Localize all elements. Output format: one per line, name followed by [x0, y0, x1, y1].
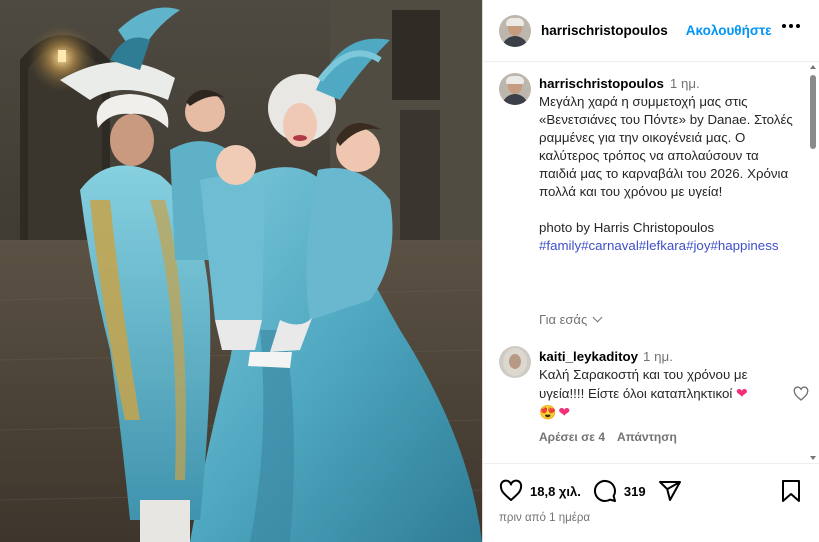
- heart-icon[interactable]: [499, 479, 523, 503]
- post-sidebar: harrischristopoulos Ακολουθήστε harrisch…: [482, 0, 819, 542]
- caption-time[interactable]: 1 ημ.: [670, 76, 700, 91]
- comment-likes-count[interactable]: Αρέσει σε 4: [539, 430, 605, 444]
- comment-meta: Αρέσει σε 4 Απάντηση: [539, 430, 677, 444]
- chevron-down-icon: [592, 312, 603, 323]
- author-avatar[interactable]: [499, 14, 531, 47]
- post-header: harrischristopoulos Ακολουθήστε: [483, 0, 819, 62]
- family-carnival-photo: [0, 0, 482, 542]
- for-you-label: Για εσάς: [539, 312, 588, 327]
- post-dialog: harrischristopoulos Ακολουθήστε harrisch…: [0, 0, 819, 542]
- follow-button[interactable]: Ακολουθήστε: [686, 23, 772, 38]
- comment-body: kaiti_leykaditoy 1 ημ. Καλή Σαρακοστή και…: [539, 348, 754, 422]
- likes-count[interactable]: 18,8 χιλ.: [530, 484, 581, 499]
- posted-ago[interactable]: πριν από 1 ημέρα: [499, 512, 590, 524]
- hashtags[interactable]: #family#carnaval#lefkara#joy#happiness: [539, 237, 799, 255]
- commenter-avatar[interactable]: [499, 346, 531, 378]
- author-username[interactable]: harrischristopoulos: [541, 23, 668, 38]
- send-icon[interactable]: [658, 479, 682, 503]
- bookmark-icon[interactable]: [780, 479, 802, 503]
- commenter-username[interactable]: kaiti_leykaditoy: [539, 349, 638, 364]
- caption-text: Μεγάλη χαρά η συμμετοχή μας στις «Βενετσ…: [539, 94, 793, 199]
- scrollbar[interactable]: [809, 65, 817, 460]
- photo-credit: photo by Harris Christopoulos: [539, 220, 715, 235]
- post-actions-bar: 18,8 χιλ. 319 πριν από 1 ημέρα: [483, 463, 819, 542]
- reply-button[interactable]: Απάντηση: [617, 430, 677, 444]
- comments-scroll-area[interactable]: harrischristopoulos 1 ημ. Μεγάλη χαρά η σ…: [483, 63, 819, 463]
- post-photo[interactable]: [0, 0, 482, 542]
- comment-like-heart-icon[interactable]: [793, 386, 809, 402]
- comment-time[interactable]: 1 ημ.: [643, 349, 673, 364]
- more-dots-icon[interactable]: [782, 24, 800, 28]
- comments-count[interactable]: 319: [624, 484, 646, 499]
- for-you-dropdown[interactable]: Για εσάς: [539, 312, 603, 327]
- caption-author-avatar[interactable]: [499, 73, 531, 105]
- action-buttons: 18,8 χιλ. 319: [499, 478, 682, 504]
- comment-bubble-icon[interactable]: [593, 479, 617, 503]
- caption-username[interactable]: harrischristopoulos: [539, 76, 664, 91]
- comment-text: Καλή Σαρακοστή και του χρόνου με υγεία!!…: [539, 367, 748, 401]
- caption-body: harrischristopoulos 1 ημ. Μεγάλη χαρά η σ…: [539, 75, 799, 255]
